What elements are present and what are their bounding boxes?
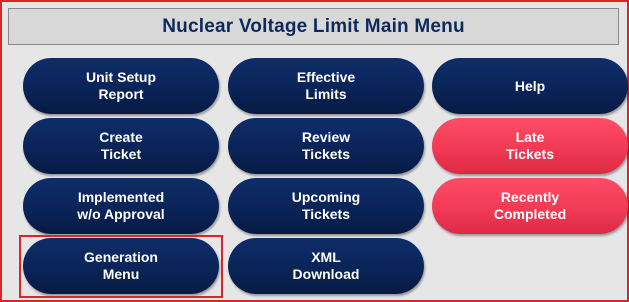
generation-menu-label: Generation Menu	[84, 249, 158, 282]
implemented-without-approval-button[interactable]: Implemented w/o Approval	[23, 178, 219, 234]
review-tickets-label: Review Tickets	[301, 129, 351, 162]
help-label: Help	[514, 77, 546, 94]
main-menu-panel: Nuclear Voltage Limit Main Menu Unit Set…	[0, 0, 629, 302]
page-title: Nuclear Voltage Limit Main Menu	[8, 8, 619, 45]
recently-completed-label: Recently Completed	[493, 189, 567, 222]
effective-limits-label: Effective Limits	[296, 69, 356, 102]
upcoming-tickets-label: Upcoming Tickets	[291, 189, 361, 222]
unit-setup-report-label: Unit Setup Report	[86, 69, 156, 102]
create-ticket-button[interactable]: Create Ticket	[23, 118, 219, 174]
effective-limits-button[interactable]: Effective Limits	[228, 58, 424, 114]
xml-download-label: XML Download	[292, 249, 360, 282]
xml-download-button[interactable]: XML Download	[228, 238, 424, 294]
implemented-without-approval-label: Implemented w/o Approval	[77, 189, 165, 222]
menu-button-grid: Unit Setup Report Effective Limits Help …	[23, 58, 628, 298]
unit-setup-report-button[interactable]: Unit Setup Report	[23, 58, 219, 114]
generation-menu-button[interactable]: Generation Menu	[23, 238, 219, 294]
review-tickets-button[interactable]: Review Tickets	[228, 118, 424, 174]
help-button[interactable]: Help	[432, 58, 628, 114]
late-tickets-label: Late Tickets	[506, 129, 554, 162]
late-tickets-button[interactable]: Late Tickets	[432, 118, 628, 174]
recently-completed-button[interactable]: Recently Completed	[432, 178, 628, 234]
create-ticket-label: Create Ticket	[99, 129, 143, 162]
upcoming-tickets-button[interactable]: Upcoming Tickets	[228, 178, 424, 234]
